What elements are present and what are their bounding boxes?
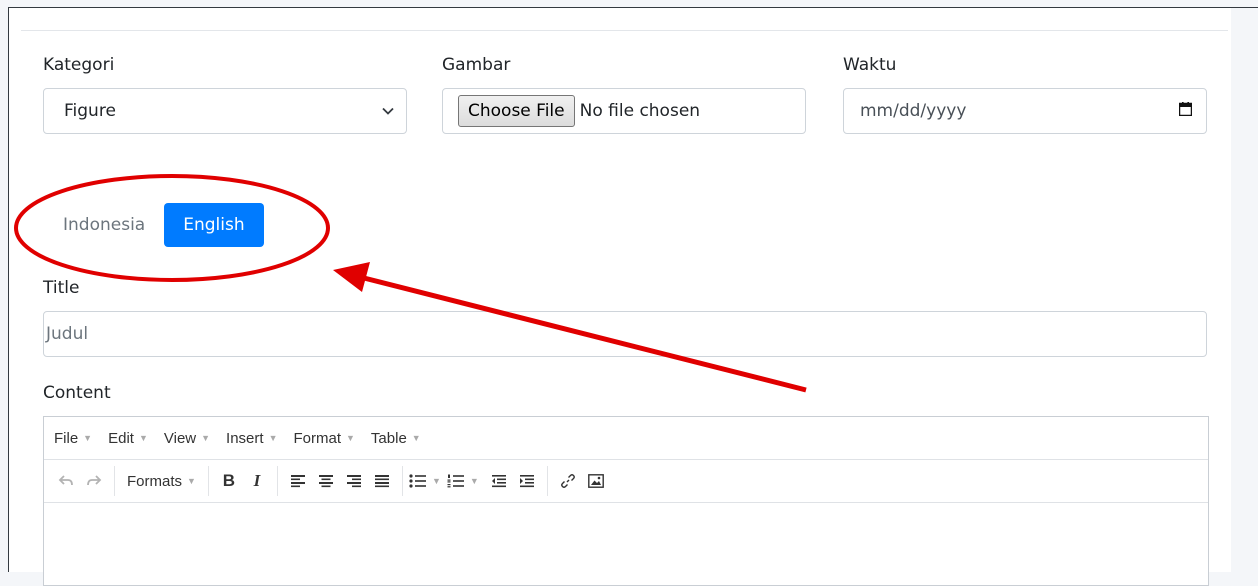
- card-divider: [21, 30, 1228, 31]
- formats-dropdown[interactable]: Formats ▼: [121, 465, 202, 497]
- caret-down-icon: ▼: [431, 476, 441, 486]
- toolbar-separator: [276, 466, 278, 496]
- align-center-icon[interactable]: [312, 465, 340, 497]
- menu-table[interactable]: Table ▼: [371, 430, 421, 447]
- menu-table-label: Table: [370, 429, 407, 447]
- caret-down-icon: ▼: [469, 476, 479, 486]
- choose-file-button[interactable]: Choose File: [458, 95, 575, 127]
- menu-file[interactable]: File ▼: [54, 430, 92, 447]
- align-justify-icon[interactable]: [368, 465, 396, 497]
- page-gutter: [1231, 8, 1258, 572]
- kategori-label: Kategori: [43, 55, 115, 75]
- tab-indonesia[interactable]: Indonesia: [44, 203, 164, 247]
- image-icon[interactable]: [582, 465, 610, 497]
- language-tabs: Indonesia English: [44, 203, 264, 247]
- caret-down-icon: ▼: [138, 433, 148, 443]
- caret-down-icon: ▼: [346, 433, 355, 443]
- align-right-icon[interactable]: [340, 465, 368, 497]
- file-status-text: No file chosen: [579, 101, 701, 121]
- menu-edit-label: Edit: [108, 429, 134, 447]
- toolbar-separator: [114, 466, 115, 496]
- rich-text-editor: File ▼ Edit ▼ View ▼ Insert ▼ Format ▼ Table ▼…: [43, 416, 1209, 586]
- formats-label: Formats: [127, 472, 183, 490]
- gambar-file-input[interactable]: Choose File No file chosen: [442, 88, 806, 134]
- numbered-list-icon[interactable]: ▼: [447, 465, 479, 497]
- menu-insert-label: Insert: [226, 429, 264, 447]
- content-label: Content: [43, 383, 111, 403]
- bold-button[interactable]: B: [215, 465, 243, 497]
- caret-down-icon: ▼: [268, 433, 278, 443]
- title-input[interactable]: Judul: [43, 311, 1207, 357]
- caret-down-icon: ▼: [201, 433, 211, 443]
- italic-button[interactable]: I: [243, 465, 271, 497]
- indent-icon[interactable]: [513, 465, 541, 497]
- tab-english[interactable]: English: [164, 203, 264, 247]
- align-left-icon[interactable]: [284, 465, 312, 497]
- redo-icon[interactable]: [80, 465, 108, 497]
- menu-edit[interactable]: Edit ▼: [108, 430, 148, 447]
- caret-down-icon: ▼: [187, 476, 196, 486]
- menu-format-label: Format: [293, 429, 341, 447]
- menu-format[interactable]: Format ▼: [293, 430, 354, 447]
- chevron-down-icon: [382, 105, 394, 117]
- calendar-icon[interactable]: [1178, 101, 1193, 121]
- menu-insert[interactable]: Insert ▼: [226, 430, 277, 447]
- gambar-label: Gambar: [442, 55, 511, 75]
- waktu-label: Waktu: [843, 55, 897, 75]
- toolbar-separator: [401, 466, 403, 496]
- menu-view[interactable]: View ▼: [164, 430, 210, 447]
- kategori-select[interactable]: Figure: [43, 88, 407, 134]
- kategori-selected-value: Figure: [64, 101, 116, 121]
- editor-menubar: File ▼ Edit ▼ View ▼ Insert ▼ Format ▼ Table ▼: [44, 417, 1208, 460]
- title-label: Title: [43, 278, 80, 298]
- form-card: Kategori Figure Gambar Choose File No fi…: [8, 7, 1258, 586]
- caret-down-icon: ▼: [83, 433, 93, 443]
- menu-file-label: File: [54, 429, 79, 447]
- date-placeholder: mm/dd/yyyy: [860, 101, 967, 121]
- editor-toolbar: Formats ▼ B I ▼ ▼: [44, 460, 1208, 503]
- caret-down-icon: ▼: [411, 433, 421, 443]
- title-placeholder: Judul: [46, 324, 89, 344]
- outdent-icon[interactable]: [485, 465, 513, 497]
- link-icon[interactable]: [554, 465, 582, 497]
- toolbar-separator: [207, 466, 209, 496]
- bullet-list-icon[interactable]: ▼: [409, 465, 441, 497]
- toolbar-separator: [546, 466, 548, 496]
- menu-view-label: View: [163, 429, 197, 447]
- undo-icon[interactable]: [52, 465, 80, 497]
- waktu-date-input[interactable]: mm/dd/yyyy: [843, 88, 1207, 134]
